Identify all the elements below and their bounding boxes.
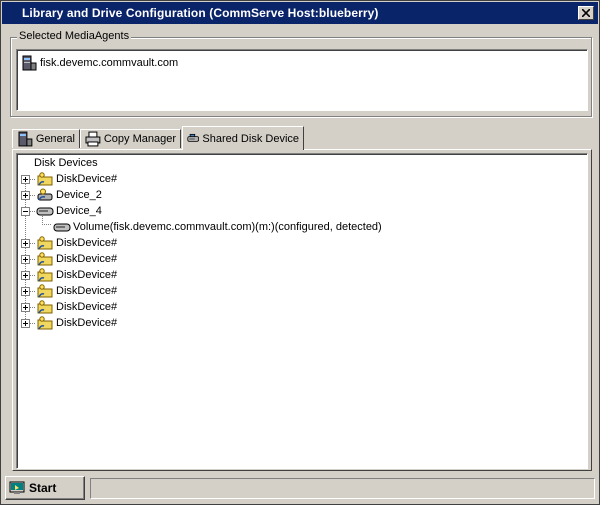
tab-general[interactable]: General	[12, 129, 80, 148]
start-icon	[9, 481, 25, 494]
selected-mediaagents-group: Selected MediaAgents fisk.devemc.commvau…	[10, 30, 592, 117]
tree-node-label: DiskDevice#	[56, 285, 118, 297]
plus-icon	[23, 257, 28, 262]
mediaagents-list[interactable]: fisk.devemc.commvault.com	[16, 49, 588, 111]
tree-node-device-2[interactable]: Device_2	[17, 187, 102, 203]
tree-node-diskdevice[interactable]: DiskDevice#	[17, 267, 117, 283]
disk-device-icon	[53, 223, 71, 232]
tree-node-diskdevice[interactable]: DiskDevice#	[17, 171, 117, 187]
tree-node-diskdevice[interactable]: DiskDevice#	[17, 283, 117, 299]
tree-node-diskdevice[interactable]: DiskDevice#	[17, 315, 117, 331]
plus-icon	[23, 273, 28, 278]
close-icon	[582, 9, 590, 17]
tree-node-label: DiskDevice#	[56, 253, 118, 265]
tree-node-label: DiskDevice#	[56, 301, 118, 313]
tree-node-label: Device_2	[56, 189, 102, 201]
plus-icon	[23, 289, 28, 294]
start-button[interactable]: Start	[5, 476, 85, 500]
tab-label: Copy Manager	[103, 133, 176, 145]
plus-icon	[23, 305, 28, 310]
shared-folder-icon	[37, 316, 53, 330]
minus-icon	[23, 211, 28, 212]
tree-node-label: Volume(fisk.devemc.commvault.com)(m:)(co…	[73, 221, 382, 233]
tree-node-volume[interactable]: Volume(fisk.devemc.commvault.com)(m:)(co…	[53, 219, 382, 235]
status-bar: Start	[2, 474, 598, 504]
mediaagent-label: fisk.devemc.commvault.com	[40, 57, 179, 69]
status-field	[90, 478, 595, 499]
server-icon	[22, 55, 37, 71]
expand-button[interactable]	[21, 255, 30, 264]
printer-icon	[85, 131, 101, 147]
expand-button[interactable]	[21, 271, 30, 280]
start-label: Start	[29, 481, 57, 495]
expand-button[interactable]	[21, 239, 30, 248]
title-bar[interactable]: Library and Drive Configuration (CommSer…	[2, 2, 598, 24]
group-legend: Selected MediaAgents	[17, 30, 132, 42]
disk-devices-tree[interactable]: Disk Devices DiskDevice# Device_2 Device…	[16, 153, 588, 469]
shared-folder-icon	[37, 268, 53, 282]
config-window: Library and Drive Configuration (CommSer…	[0, 0, 600, 505]
tree-branch-line	[42, 224, 52, 225]
expand-button[interactable]	[21, 319, 30, 328]
tab-shared-disk-device[interactable]: Shared Disk Device	[182, 126, 304, 150]
close-button[interactable]	[578, 6, 594, 20]
tab-label: General	[35, 133, 75, 145]
mediaagent-item[interactable]: fisk.devemc.commvault.com	[21, 54, 178, 72]
tree-node-label: DiskDevice#	[56, 269, 118, 281]
shared-folder-icon	[37, 300, 53, 314]
expand-button[interactable]	[21, 191, 30, 200]
plus-icon	[23, 241, 28, 246]
plus-icon	[23, 177, 28, 182]
tab-copy-manager[interactable]: Copy Manager	[80, 129, 181, 148]
collapse-button[interactable]	[21, 207, 30, 216]
tab-label: Shared Disk Device	[202, 132, 299, 145]
server-icon	[18, 131, 33, 147]
tree-node-diskdevice[interactable]: DiskDevice#	[17, 299, 117, 315]
tree-node-diskdevice[interactable]: DiskDevice#	[17, 235, 117, 251]
plus-icon	[23, 193, 28, 198]
tree-node-label: DiskDevice#	[56, 237, 118, 249]
expand-button[interactable]	[21, 175, 30, 184]
disk-device-icon	[36, 207, 54, 216]
expand-button[interactable]	[21, 287, 30, 296]
tree-root-label[interactable]: Disk Devices	[34, 157, 98, 169]
expand-button[interactable]	[21, 303, 30, 312]
shared-disk-icon	[37, 188, 53, 201]
disk-device-icon	[187, 133, 200, 142]
shared-disk-panel: Disk Devices DiskDevice# Device_2 Device…	[12, 149, 592, 471]
shared-folder-icon	[37, 236, 53, 250]
tree-node-diskdevice[interactable]: DiskDevice#	[17, 251, 117, 267]
window-title: Library and Drive Configuration (CommSer…	[22, 6, 379, 20]
tree-node-device-4[interactable]: Device_4	[17, 203, 102, 219]
shared-folder-icon	[37, 172, 53, 186]
plus-icon	[23, 321, 28, 326]
tree-node-label: DiskDevice#	[56, 317, 118, 329]
tree-node-label: DiskDevice#	[56, 173, 118, 185]
shared-folder-icon	[37, 284, 53, 298]
shared-folder-icon	[37, 252, 53, 266]
tree-node-label: Device_4	[56, 205, 102, 217]
